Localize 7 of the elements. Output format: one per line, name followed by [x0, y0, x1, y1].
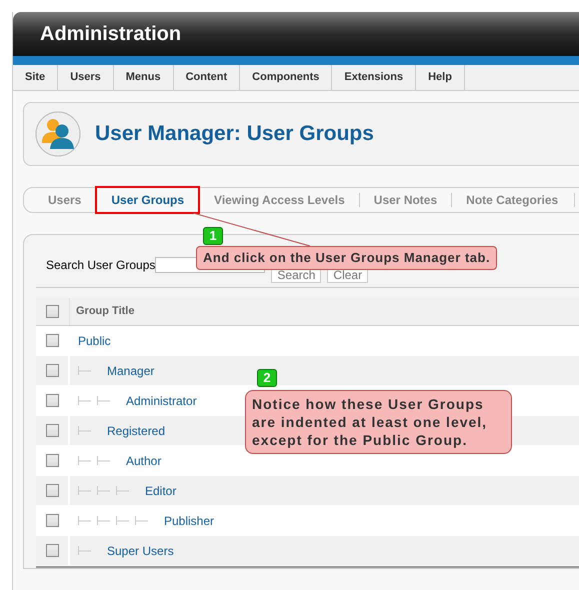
- callout-tooltip: And click on the User Groups Manager tab.: [196, 246, 498, 270]
- callout-tooltip: Notice how these User Groups are indented at least one level, except for the Public Group.: [245, 390, 512, 454]
- search-label: Search User Groups: [46, 257, 156, 274]
- page-title: User Manager: User Groups: [95, 121, 374, 148]
- number-marker: 2: [257, 368, 277, 386]
- header-title: Administration: [40, 22, 182, 47]
- number-marker: 1: [203, 226, 223, 244]
